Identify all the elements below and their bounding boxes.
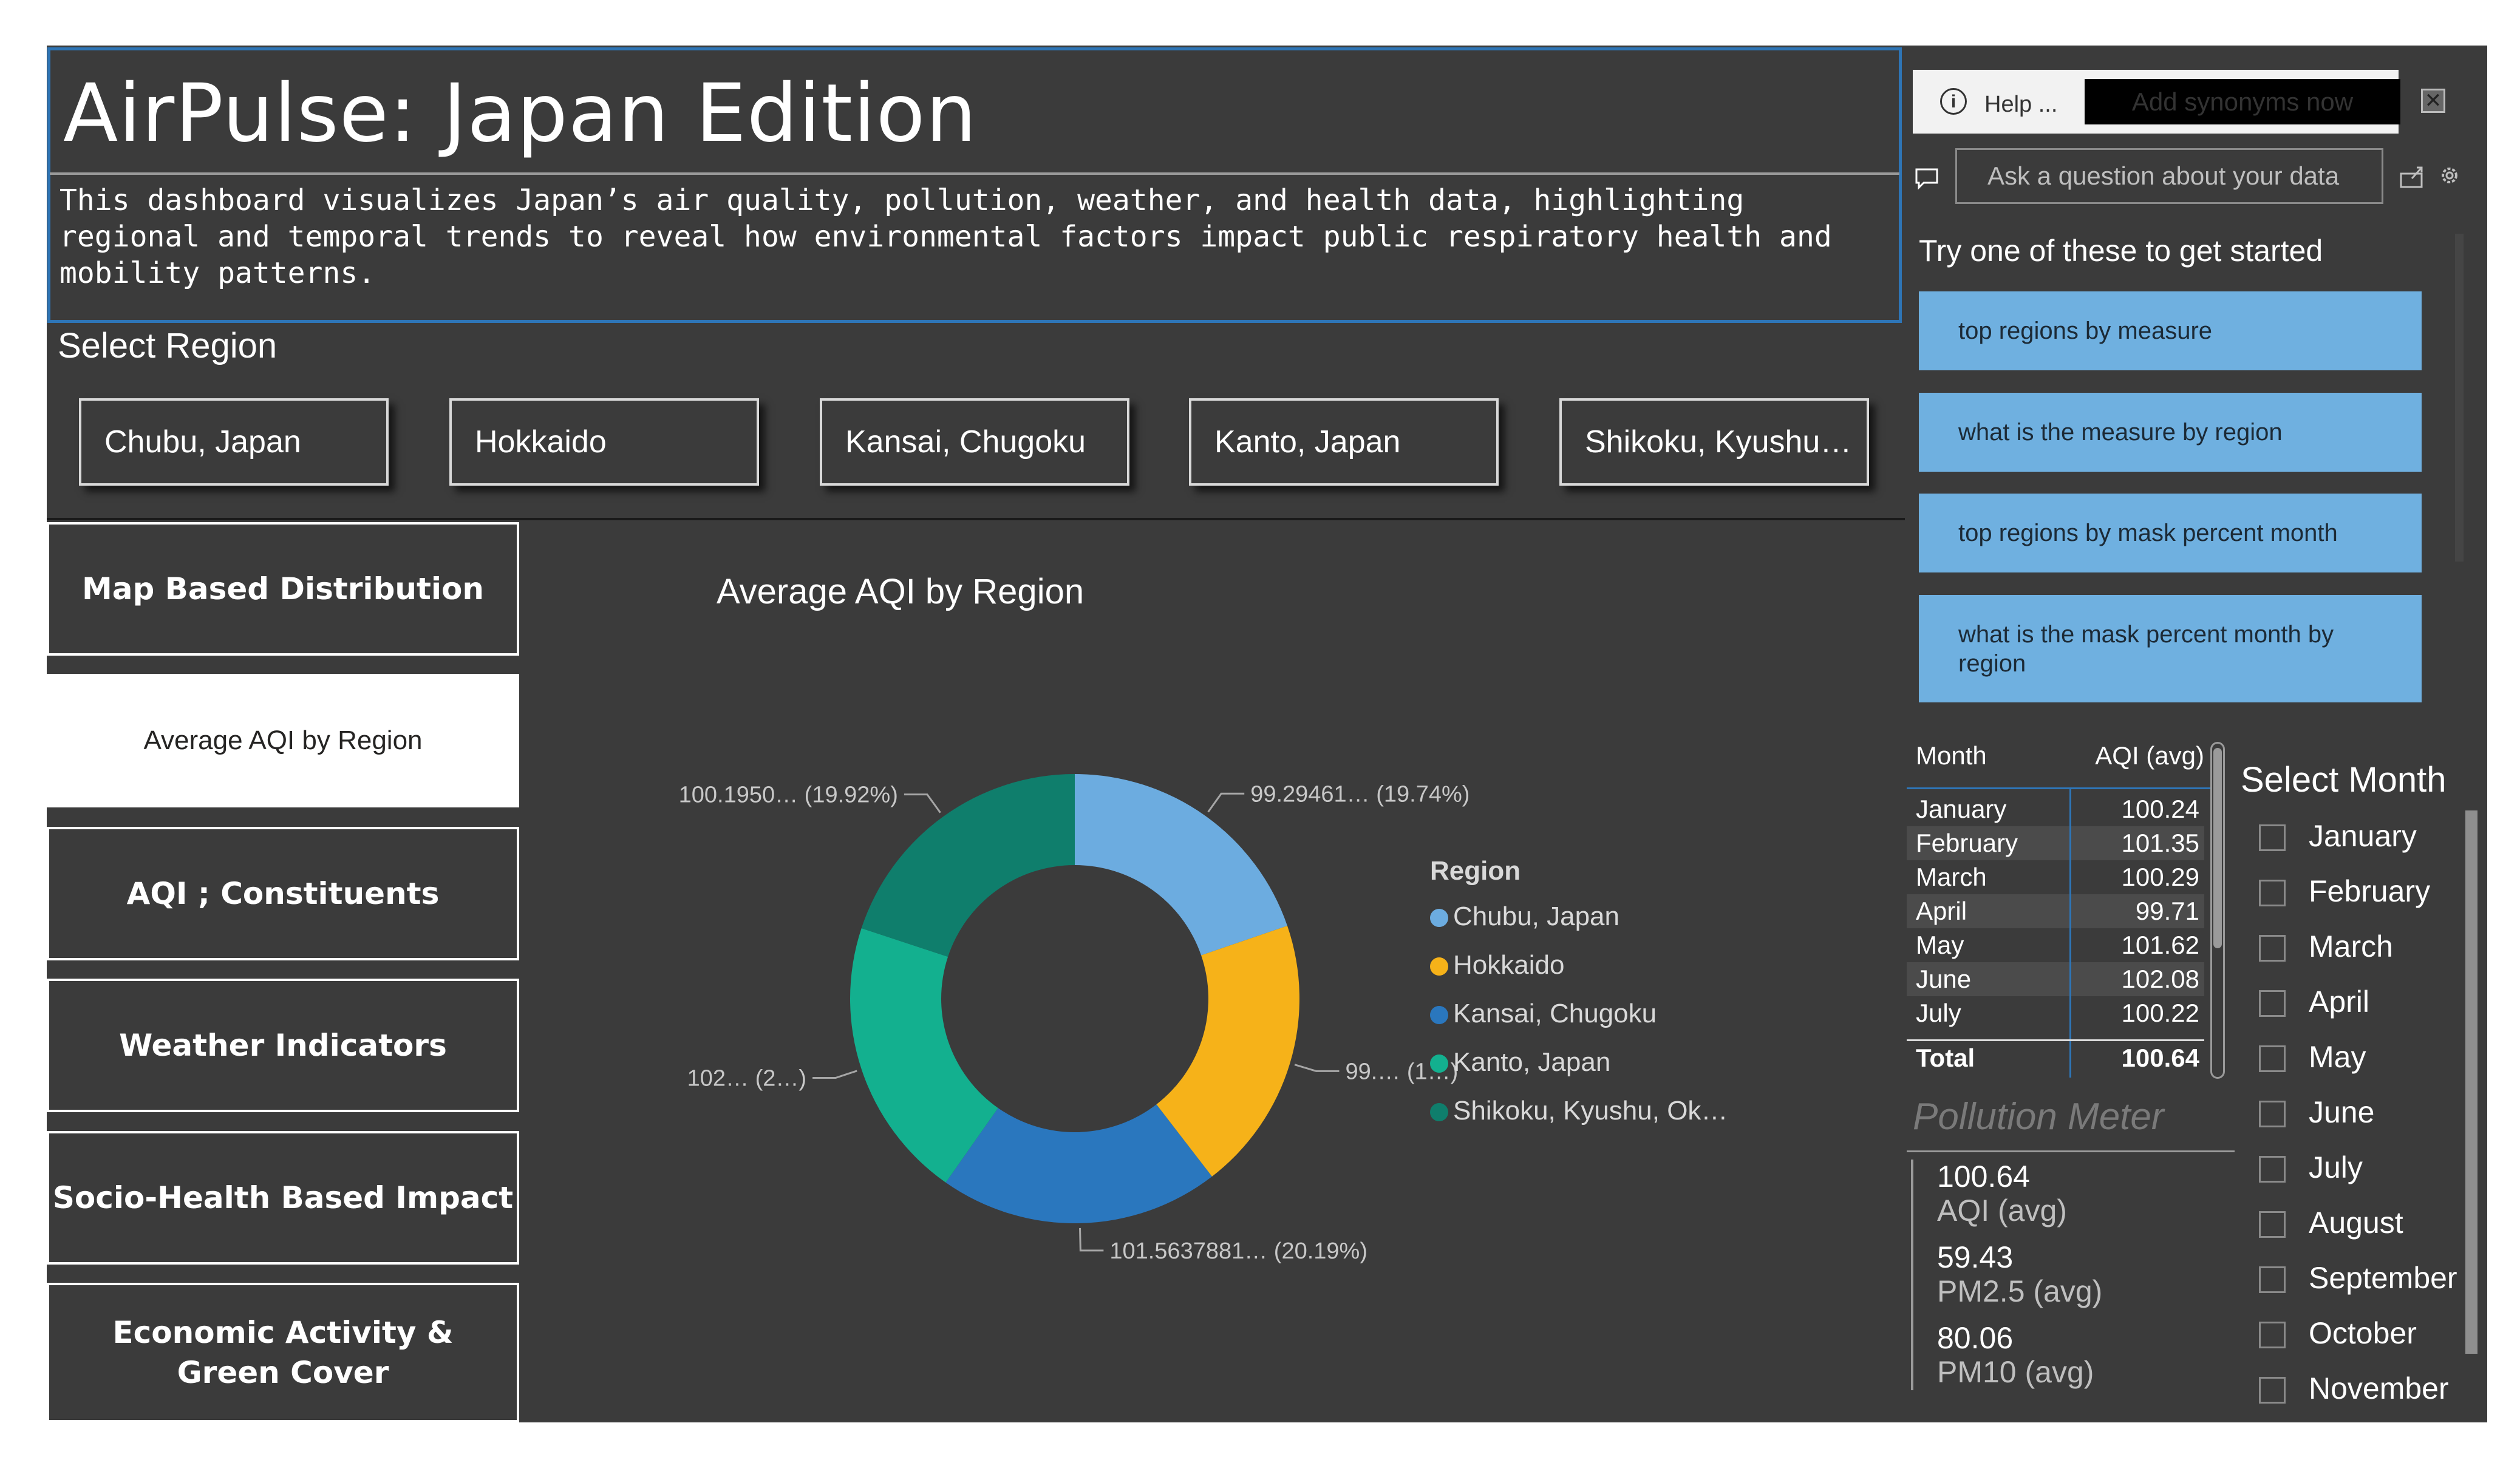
month-option-september[interactable]: September	[2259, 1257, 2457, 1299]
legend-item-kansai[interactable]: Kansai, Chugoku	[1430, 996, 1657, 1032]
legend-item-shikoku[interactable]: Shikoku, Kyushu, Ok…	[1430, 1093, 1728, 1129]
checkbox[interactable]	[2259, 1101, 2286, 1127]
data-label-3: 101.5637881… (20.19%)	[1109, 1238, 1367, 1264]
share-icon[interactable]	[2399, 163, 2428, 189]
region-slicer-label: Select Region	[58, 326, 278, 365]
table-header-divider	[1907, 787, 2210, 789]
nav-socio-health-impact[interactable]: Socio-Health Based Impact	[47, 1131, 519, 1265]
close-icon[interactable]: ✕	[2421, 89, 2445, 113]
legend-title: Region	[1430, 856, 1521, 886]
month-option-may[interactable]: May	[2259, 1036, 2366, 1078]
checkbox[interactable]	[2259, 824, 2286, 851]
region-option-kanto[interactable]: Kanto, Japan	[1189, 398, 1499, 486]
table-total-label: Total	[1916, 1044, 1975, 1072]
pollution-meter-accent	[1911, 1160, 1913, 1390]
leader-line-2	[1294, 1064, 1340, 1072]
month-option-november[interactable]: November	[2259, 1367, 2449, 1410]
qa-hint-text: Try one of these to get started	[1919, 234, 2323, 268]
table-row: May 101.62	[1916, 931, 2199, 959]
checkbox[interactable]	[2259, 1156, 2286, 1183]
table-total-value: 100.64	[2121, 1044, 2199, 1072]
chat-icon	[1915, 168, 1938, 190]
region-option-hokkaido[interactable]: Hokkaido	[449, 398, 759, 486]
legend-marker	[1430, 957, 1448, 976]
data-label-4: 102… (2…)	[687, 1066, 806, 1092]
chart-title: Average AQI by Region	[717, 572, 1085, 611]
title-divider	[50, 172, 1899, 175]
legend-item-chubu[interactable]: Chubu, Japan	[1430, 898, 1619, 935]
nav-weather-indicators[interactable]: Weather Indicators	[47, 979, 519, 1112]
checkbox[interactable]	[2259, 1211, 2286, 1238]
table-row: July 100.22	[1916, 999, 2199, 1027]
pollution-meter-divider	[1907, 1150, 2235, 1152]
checkbox[interactable]	[2259, 935, 2286, 962]
table-row: February 101.35	[1907, 826, 2204, 860]
info-icon[interactable]: i	[1940, 88, 1967, 115]
month-option-february[interactable]: February	[2259, 870, 2430, 912]
table-row: March 100.29	[1916, 863, 2199, 891]
month-option-october[interactable]: October	[2259, 1312, 2417, 1354]
month-option-april[interactable]: April	[2259, 980, 2369, 1023]
leader-line-5	[904, 793, 941, 813]
pm10-avg-label: PM10 (avg)	[1937, 1355, 2094, 1389]
leader-line-4	[812, 1070, 857, 1079]
dashboard-description: This dashboard visualizes Japan’s air qu…	[60, 183, 1832, 290]
aqi-avg-value: 100.64	[1937, 1160, 2030, 1194]
qa-suggestion-1[interactable]: top regions by measure	[1919, 291, 2422, 370]
legend-marker	[1430, 1055, 1448, 1073]
nav-map-based-distribution[interactable]: Map Based Distribution	[47, 522, 519, 656]
checkbox[interactable]	[2259, 1045, 2286, 1072]
add-synonyms-button[interactable]: Add synonyms now	[2085, 79, 2400, 124]
qa-suggestion-3[interactable]: top regions by mask percent month	[1919, 494, 2422, 572]
checkbox[interactable]	[2259, 880, 2286, 906]
qa-question-input[interactable]: Ask a question about your data	[1955, 148, 2383, 204]
table-scrollbar-thumb[interactable]	[2213, 748, 2222, 948]
region-option-kansai[interactable]: Kansai, Chugoku	[820, 398, 1129, 486]
table-header-month[interactable]: Month	[1916, 738, 1987, 774]
nav-aqi-constituents[interactable]: AQI ; Constituents	[47, 827, 519, 960]
month-option-june[interactable]: June	[2259, 1091, 2374, 1133]
dashboard-title: AirPulse: Japan Edition	[63, 67, 978, 160]
legend-marker	[1430, 1103, 1448, 1121]
table-row: June 102.08	[1907, 962, 2204, 996]
legend-item-hokkaido[interactable]: Hokkaido	[1430, 947, 1564, 983]
nav-average-aqi-by-region[interactable]: Average AQI by Region	[47, 674, 519, 807]
region-divider	[47, 518, 1905, 520]
data-label-1: 99.29461… (19.74%)	[1250, 781, 1469, 807]
qa-suggestion-4[interactable]: what is the mask percent month by region	[1919, 595, 2422, 702]
month-option-july[interactable]: July	[2259, 1146, 2363, 1189]
qa-suggestion-2[interactable]: what is the measure by region	[1919, 393, 2422, 472]
region-option-chubu[interactable]: Chubu, Japan	[79, 398, 389, 486]
legend-marker	[1430, 909, 1448, 927]
pm25-avg-label: PM2.5 (avg)	[1937, 1274, 2103, 1308]
checkbox[interactable]	[2259, 1377, 2286, 1404]
aqi-avg-label: AQI (avg)	[1937, 1194, 2067, 1228]
pollution-meter-title: Pollution Meter	[1913, 1096, 2164, 1138]
qa-scrollbar[interactable]	[2455, 234, 2464, 562]
checkbox[interactable]	[2259, 1322, 2286, 1348]
month-option-august[interactable]: August	[2259, 1201, 2403, 1244]
data-label-5: 100.1950… (19.92%)	[679, 783, 898, 808]
month-slicer-label: Select Month	[2241, 760, 2447, 800]
checkbox[interactable]	[2259, 1266, 2286, 1293]
legend-item-kanto[interactable]: Kanto, Japan	[1430, 1044, 1610, 1081]
leader-line-1	[1207, 792, 1245, 813]
month-option-january[interactable]: January	[2259, 815, 2417, 857]
leader-line-3	[1079, 1228, 1104, 1252]
legend-marker	[1430, 1006, 1448, 1024]
pm25-avg-value: 59.43	[1937, 1240, 2014, 1274]
table-row: January 100.24	[1916, 795, 2199, 823]
month-slicer-scrollbar[interactable]	[2465, 810, 2477, 1354]
help-link[interactable]: Help ...	[1984, 89, 2057, 120]
nav-economic-activity-green-cover[interactable]: Economic Activity & Green Cover	[47, 1283, 519, 1422]
month-option-march[interactable]: March	[2259, 925, 2393, 968]
region-option-shikoku[interactable]: Shikoku, Kyushu…	[1559, 398, 1869, 486]
table-column-divider	[2069, 789, 2071, 1078]
table-header-aqi[interactable]: AQI (avg)	[2052, 738, 2204, 774]
checkbox[interactable]	[2259, 990, 2286, 1017]
pm10-avg-value: 80.06	[1937, 1321, 2014, 1355]
gear-icon[interactable]	[2438, 164, 2461, 187]
table-row: April 99.71	[1907, 894, 2204, 928]
